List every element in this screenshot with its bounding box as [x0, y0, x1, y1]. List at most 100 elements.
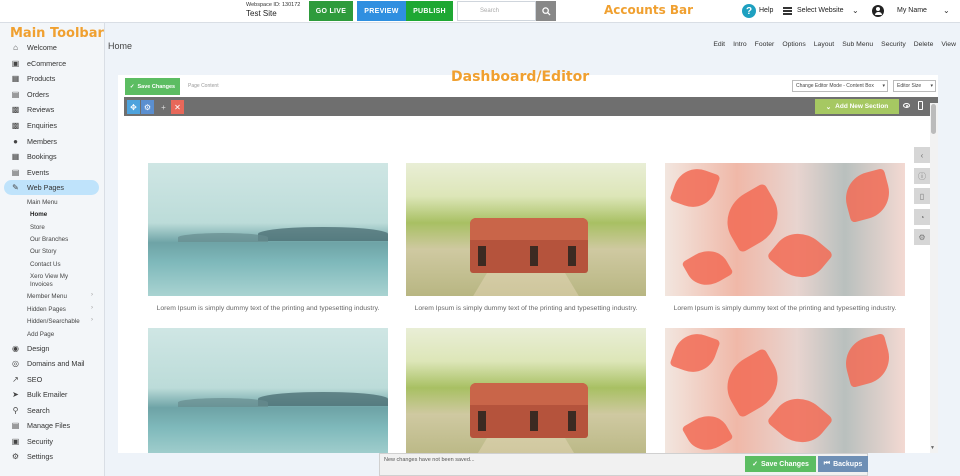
nav-label: Reviews — [27, 105, 55, 114]
pencil-icon: ✎ — [12, 183, 19, 192]
add-icon[interactable]: + — [157, 100, 170, 114]
nav-label: Settings — [27, 452, 53, 461]
nav-item-domains-mail[interactable]: ◎ Domains and Mail — [0, 356, 105, 371]
sub-item-add-page[interactable]: Add Page — [27, 331, 54, 338]
image-leaves[interactable] — [665, 163, 905, 296]
nav-item-design[interactable]: ◉ Design — [0, 341, 105, 356]
image-sea[interactable] — [148, 328, 388, 453]
user-name-dropdown[interactable]: My Name — [897, 7, 927, 14]
save-changes-bottom-button[interactable]: ✓ Save Changes — [745, 456, 816, 472]
calendar-icon: ▦ — [11, 152, 20, 161]
image-caption: Lorem Ipsum is simply dummy text of the … — [156, 305, 380, 312]
sub-menu-link[interactable]: Sub Menu — [842, 41, 873, 48]
page-item-home[interactable]: Home — [30, 211, 47, 218]
image-leaves[interactable] — [665, 328, 905, 453]
send-icon: ➤ — [12, 390, 19, 399]
nav-item-ecommerce[interactable]: ▣ eCommerce — [0, 56, 105, 71]
image-sea[interactable] — [148, 163, 388, 296]
products-icon: ▦ — [11, 74, 20, 83]
mobile-preview-icon[interactable]: ▯ — [914, 188, 930, 204]
image-bag[interactable] — [406, 328, 646, 453]
move-icon[interactable]: ✥ — [127, 100, 140, 114]
nav-label: SEO — [27, 375, 43, 384]
scroll-down-icon[interactable]: ▼ — [930, 445, 935, 451]
add-new-section-button[interactable]: ⌄ Add New Section — [815, 99, 899, 114]
nav-item-manage-files[interactable]: ▤ Manage Files — [0, 418, 105, 433]
select-website-dropdown[interactable]: Select Website — [797, 7, 844, 14]
search-input[interactable]: Search — [457, 1, 536, 21]
home-icon: ⌂ — [13, 43, 18, 52]
page-item-our-branches[interactable]: Our Branches — [30, 236, 68, 243]
nav-item-orders[interactable]: ▤ Orders — [0, 87, 105, 102]
check-icon: ✓ — [752, 461, 758, 468]
sub-item-hidden-pages[interactable]: Hidden Pages — [27, 306, 66, 313]
nav-item-bookings[interactable]: ▦ Bookings — [0, 149, 105, 164]
nav-label: Search — [27, 406, 50, 415]
editor-scrollbar[interactable] — [930, 103, 938, 453]
page-item-xero-view[interactable]: Xero View My — [30, 273, 68, 280]
nav-label: Enquiries — [27, 121, 57, 130]
nav-item-settings[interactable]: ⚙ Settings — [0, 449, 105, 464]
nav-item-welcome[interactable]: ⌂ Welcome — [0, 40, 105, 55]
nav-label: Orders — [27, 90, 49, 99]
settings-icon[interactable]: ⚙ — [141, 100, 154, 114]
webspace-id: Webspace ID: 130172 — [246, 2, 301, 8]
gear-icon[interactable]: ⚙ — [914, 229, 930, 245]
scrollbar-thumb[interactable] — [931, 104, 936, 134]
nav-label: Welcome — [27, 43, 57, 52]
page-item-contact-us[interactable]: Contact Us — [30, 261, 61, 268]
palette-icon: ◉ — [12, 344, 19, 353]
trend-icon: ↗ — [12, 375, 19, 384]
backups-button[interactable]: ⏮ Backups — [818, 456, 868, 472]
page-actions: Edit Intro Footer Options Layout Sub Men… — [713, 41, 956, 48]
gear-icon: ⚙ — [11, 452, 20, 461]
security-link[interactable]: Security — [881, 41, 906, 48]
nav-item-bulk-emailer[interactable]: ➤ Bulk Emailer — [0, 387, 105, 402]
footer-link[interactable]: Footer — [755, 41, 775, 48]
editor-mode-select[interactable]: Change Editor Mode - Content Box ▾ — [792, 80, 888, 92]
sub-item-hidden-searchable[interactable]: Hidden/Searchable — [27, 318, 80, 325]
nav-item-reviews[interactable]: ▩ Reviews — [0, 102, 105, 117]
go-live-button[interactable]: GO LIVE — [309, 1, 353, 21]
nav-label: Domains and Mail — [27, 359, 85, 368]
user-icon[interactable] — [872, 5, 884, 17]
options-link[interactable]: Options — [782, 41, 805, 48]
image-bag[interactable] — [406, 163, 646, 296]
nav-item-members[interactable]: ● Members — [0, 134, 105, 149]
chevron-down-icon: ⌄ — [943, 6, 950, 15]
nav-item-products[interactable]: ▦ Products — [0, 71, 105, 86]
chevron-left-icon[interactable]: ‹ — [914, 147, 930, 163]
help-icon[interactable]: ? — [742, 4, 756, 18]
nav-item-events[interactable]: ▤ Events — [0, 165, 105, 180]
nav-item-search[interactable]: ⚲ Search — [0, 403, 105, 418]
sub-item-member-menu[interactable]: Member Menu — [27, 293, 67, 300]
editor-canvas[interactable]: Lorem Ipsum is simply dummy text of the … — [124, 116, 930, 453]
intro-link[interactable]: Intro — [733, 41, 747, 48]
sub-item-main-menu[interactable]: Main Menu — [27, 199, 58, 206]
save-changes-button[interactable]: ✓ Save Changes — [125, 78, 180, 95]
preview-button[interactable]: PREVIEW — [357, 1, 406, 21]
view-link[interactable]: View — [941, 41, 956, 48]
eye-icon[interactable] — [903, 103, 910, 108]
layout-link[interactable]: Layout — [814, 41, 834, 48]
close-icon[interactable]: ✕ — [171, 100, 184, 114]
nav-label: Design — [27, 344, 50, 353]
history-icon[interactable]: ◔ — [914, 209, 930, 225]
page-item-store[interactable]: Store — [30, 224, 45, 231]
page-item-invoices[interactable]: Invoices — [30, 281, 53, 288]
info-icon[interactable]: ⓘ — [914, 168, 930, 184]
mobile-icon[interactable] — [918, 101, 923, 110]
search-button[interactable] — [536, 1, 556, 21]
nav-item-security[interactable]: ▣ Security — [0, 434, 105, 449]
help-link[interactable]: Help — [759, 7, 773, 14]
nav-item-seo[interactable]: ↗ SEO — [0, 372, 105, 387]
page-item-our-story[interactable]: Our Story — [30, 248, 56, 255]
nav-item-enquiries[interactable]: ▩ Enquiries — [0, 118, 105, 133]
chevron-right-icon: › — [91, 292, 93, 298]
nav-item-web-pages[interactable]: ✎ Web Pages — [4, 180, 99, 195]
edit-link[interactable]: Edit — [713, 41, 725, 48]
publish-button[interactable]: PUBLISH — [406, 1, 453, 21]
editor-size-select[interactable]: Editor Size ▾ — [893, 80, 936, 92]
globe-icon: ◎ — [12, 359, 19, 368]
delete-link[interactable]: Delete — [914, 41, 934, 48]
